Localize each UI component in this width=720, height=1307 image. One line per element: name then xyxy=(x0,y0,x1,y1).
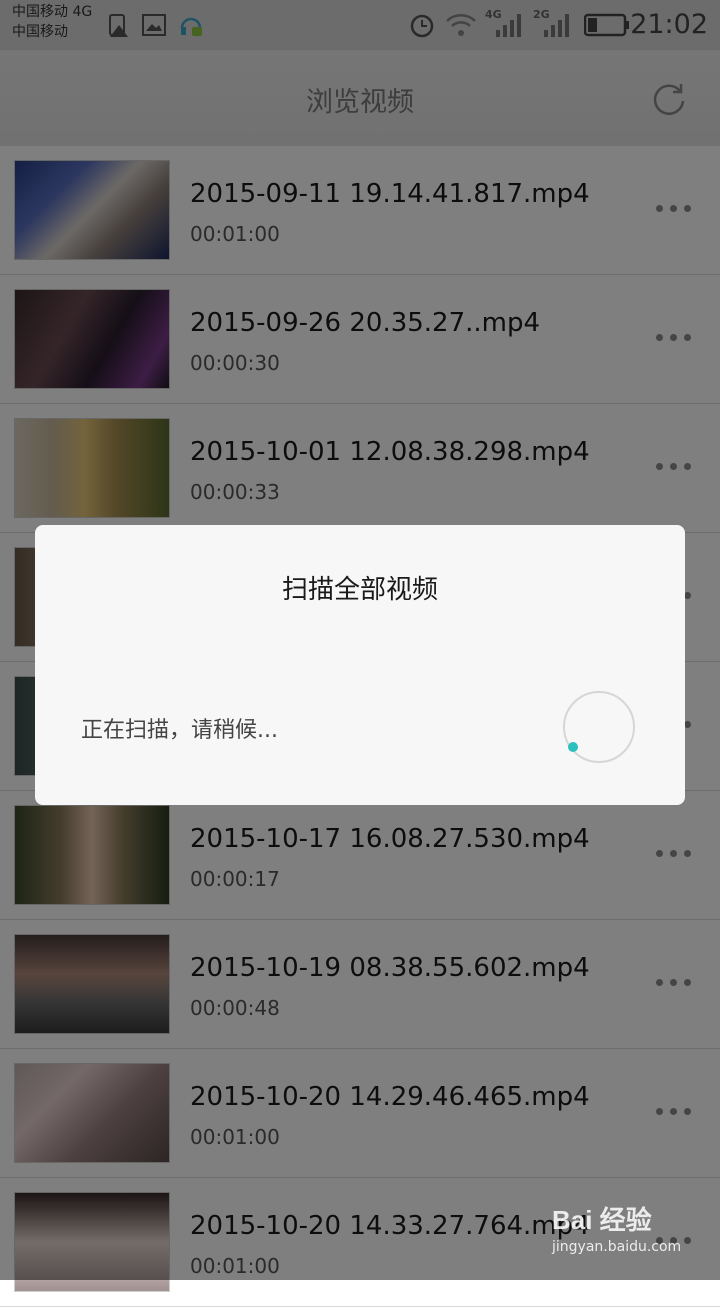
watermark-url: jingyan.baidu.com xyxy=(552,1239,682,1255)
dialog-title: 扫描全部视频 xyxy=(281,575,438,605)
loading-spinner-icon xyxy=(563,691,635,763)
baidu-watermark: Bai 经验 jingyan.baidu.com xyxy=(552,1200,681,1255)
dialog-message: 正在扫描，请稍候... xyxy=(81,718,278,743)
watermark-logo: Bai 经验 xyxy=(552,1205,652,1235)
scan-dialog: 扫描全部视频 正在扫描，请稍候... xyxy=(35,525,685,805)
